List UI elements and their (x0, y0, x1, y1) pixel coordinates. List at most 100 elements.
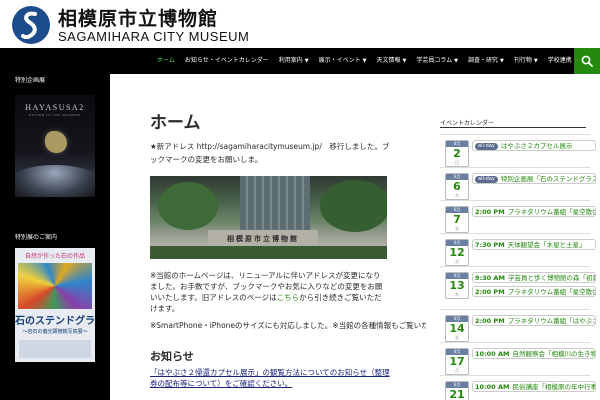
event-day-row: 6月 6 木 all-day 特別企画展「石のステンドグラス」 (440, 167, 596, 200)
date-day: 7 (453, 213, 461, 226)
new-address-notice: ★新アドレス http://sagamiharacitymuseum.jp/ 移… (150, 142, 390, 164)
event-time: 10:00 AM (475, 350, 510, 358)
date-badge[interactable]: 6月 6 木 (445, 173, 469, 200)
event-item[interactable]: 10:00 AM民俗講座「相模原の年中行事」18 (472, 381, 596, 392)
event-time: 2:00 PM (475, 317, 505, 325)
event-title: 特別企画展「石のステンドグラス」 (500, 175, 596, 183)
event-time: 10:00 AM (475, 383, 510, 391)
primary-navigation: ホーム お知らせ・イベントカレンダー 利用案内 ▼ 展示・イベント ▼ 天文情報 ▼ 学芸員コラ… (0, 48, 600, 74)
hayabusa-poster-image[interactable]: HAYASUSA2 RETURN TO THE UNIVERSE (15, 95, 95, 197)
nav-item[interactable]: 利用案内 ▼ (274, 48, 314, 74)
event-title: プラネタリウム番組「星空散歩」 (507, 288, 596, 296)
nav-item[interactable]: 刊行物 ▼ (509, 48, 543, 74)
nav-item-label: 学芸員コラム (416, 57, 453, 64)
event-time: 2:00 PM (475, 288, 505, 296)
date-weekday: 金 (455, 226, 459, 231)
nav-item-label: 天文情報 (376, 57, 401, 64)
site-title-english[interactable]: SAGAMIHARA CITY MUSEUM (58, 29, 249, 44)
site-header: 相模原市立博物館 SAGAMIHARA CITY MUSEUM (0, 0, 600, 48)
date-badge[interactable]: 6月 17 月 (445, 348, 469, 375)
widget-title-exhibition: 特別展のご案内 (15, 234, 58, 241)
date-day: 14 (449, 322, 465, 335)
date-day: 21 (449, 388, 465, 400)
old-site-link[interactable]: こちら (277, 293, 300, 302)
search-button[interactable] (574, 48, 600, 74)
nav-item-label: お知らせ・イベントカレンダー (184, 57, 269, 64)
all-day-badge: all-day (475, 176, 498, 183)
date-weekday: 木 (455, 193, 459, 198)
chevron-down-icon: ▼ (304, 58, 309, 64)
date-badge[interactable]: 6月 14 金 (445, 315, 469, 342)
date-badge[interactable]: 6月 2 日 (445, 140, 469, 167)
date-badge[interactable]: 6月21金 (445, 381, 469, 400)
date-day: 6 (453, 180, 461, 193)
event-item[interactable]: all-day 特別企画展「石のステンドグラス」 (472, 173, 596, 184)
widget-title-special-exhibit: 特別企画展 (15, 77, 46, 84)
poster-title: HAYASUSA2 (25, 103, 85, 112)
date-badge[interactable]: 6月 13 木 (445, 272, 469, 299)
event-item[interactable]: 2:00 PM プラネタリウム番組「星空散歩」 (472, 206, 596, 217)
event-time: 9:30 AM (475, 274, 505, 282)
news-link[interactable]: 「はやぶさ２帰還カプセル展示」の観覧方法についてのお知らせ（整理券の配布等につい… (150, 367, 390, 389)
date-weekday: 日 (455, 160, 459, 165)
event-item[interactable]: 10:00 AM 自然観察会「相模川の生き物」 (472, 348, 596, 359)
page-title: ホーム (150, 113, 201, 133)
event-time: 2:00 PM (475, 208, 505, 216)
museum-building-photo: 相模原市立博物館 (150, 176, 387, 259)
all-day-badge: all-day (475, 143, 498, 150)
tree-illustration (320, 180, 387, 232)
hedge-illustration (150, 246, 387, 259)
nav-item-label: 展示・イベント (318, 57, 361, 64)
event-day-row: 6月 2 日 all-day はやぶさ２カプセル展示 (440, 134, 596, 167)
event-title: 自然観察会「相模川の生き物」 (512, 350, 596, 358)
event-item[interactable]: 7:30 PM 天体観望会「木星と土星」 (472, 239, 596, 250)
date-day: 13 (449, 279, 465, 292)
right-sidebar: イベントカレンダー 6月 2 日 all-day はやぶさ２カプセル展示 6月 6 木 all-… (426, 74, 600, 400)
event-item[interactable]: 2:00 PM プラネタリウム番組「星空散歩」 (472, 286, 596, 297)
date-day: 12 (449, 246, 465, 259)
news-heading: お知らせ (150, 350, 194, 363)
poster-title: 石のステンドグラス (15, 316, 95, 327)
date-weekday: 木 (455, 292, 459, 297)
nav-item[interactable]: 展示・イベント ▼ (314, 48, 372, 74)
date-badge[interactable]: 6月 7 金 (445, 206, 469, 233)
nav-item-label: 学校連携 (547, 57, 572, 64)
event-day-row: 6月21金10:00 AM民俗講座「相模原の年中行事」18 (440, 375, 596, 400)
event-item[interactable]: 2:00 PMプラネタリウム番組「はやぶさ２の旅」 (472, 315, 596, 326)
chevron-down-icon: ▼ (454, 58, 459, 64)
nav-item[interactable]: 調査・研究 ▼ (463, 48, 509, 74)
earth-horizon-illustration (15, 165, 95, 197)
chevron-down-icon: ▼ (362, 58, 367, 64)
event-title: 天体観望会「木星と土星」 (507, 241, 586, 249)
main-content: ホーム ★新アドレス http://sagamiharacitymuseum.j… (110, 74, 466, 400)
event-day-row: 6月13木9:30 AM学芸員と歩く博物館の森「初夏の植物」 2:00 PMプラネ… (440, 266, 596, 309)
chevron-down-icon: ▼ (533, 58, 538, 64)
museum-logo-icon[interactable] (12, 6, 50, 44)
asteroid-illustration (45, 131, 67, 153)
event-title: 民俗講座「相模原の年中行事」18 (512, 383, 595, 391)
event-title: プラネタリウム番組「はやぶさ２の旅」 (507, 317, 595, 325)
nav-item-label: ホーム (157, 57, 175, 64)
nav-item-label: 利用案内 (278, 57, 303, 64)
event-title: はやぶさ２カプセル展示 (500, 142, 573, 150)
date-day: 2 (453, 147, 461, 160)
event-item[interactable]: 9:30 AM学芸員と歩く博物館の森「初夏の植物」 (472, 272, 596, 283)
stained-glass-poster-image[interactable]: 自然が作った石の作品 石のステンドグラス 〜岩石の偏光顕微鏡写真展〜 (15, 248, 95, 362)
site-title-japanese[interactable]: 相模原市立博物館 (58, 4, 218, 31)
event-day-row: 6月 12 水 7:30 PM 天体観望会「木星と土星」 (440, 233, 596, 266)
nav-item[interactable]: お知らせ・イベントカレンダー (180, 48, 274, 74)
smartphone-notice: ※SmartPhone・iPhoneのサイズにも対応しました。※当館の各種情報も… (150, 321, 466, 330)
nav-item-label: 調査・研究 (468, 57, 499, 64)
poster-footer-panel (19, 340, 91, 358)
event-title: プラネタリウム番組「星空散歩」 (507, 208, 596, 216)
nav-item[interactable]: ホーム (152, 48, 180, 74)
chevron-down-icon: ▼ (500, 58, 504, 64)
event-item[interactable]: all-day はやぶさ２カプセル展示 (472, 140, 596, 151)
date-badge[interactable]: 6月 12 水 (445, 239, 469, 266)
nav-item[interactable]: 学芸員コラム ▼ (411, 48, 463, 74)
chevron-down-icon: ▼ (402, 58, 407, 64)
date-weekday: 水 (455, 259, 459, 264)
nav-item[interactable]: 天文情報 ▼ (371, 48, 411, 74)
tree-illustration (158, 182, 218, 230)
date-weekday: 金 (455, 335, 459, 340)
